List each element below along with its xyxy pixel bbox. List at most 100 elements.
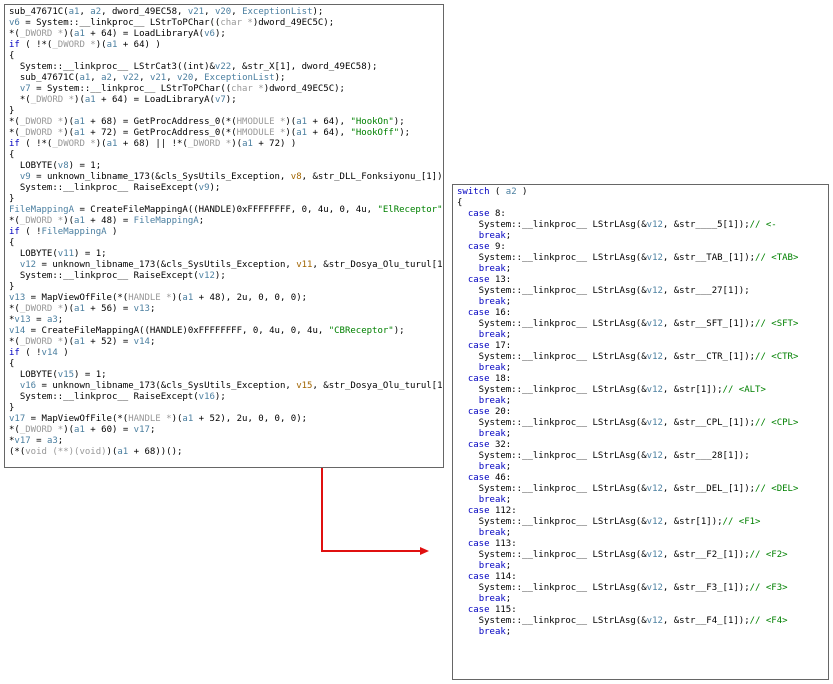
- code-token: (*(: [9, 447, 26, 457]
- code-line: break;: [457, 594, 824, 605]
- code-token: );: [209, 183, 221, 193]
- code-token: v12: [646, 484, 663, 494]
- code-line: break;: [457, 396, 824, 407]
- code-token: System::__linkproc__ LStrLAsg(&: [457, 286, 647, 296]
- code-token: a1: [68, 7, 80, 17]
- code-token: a1: [242, 139, 253, 149]
- code-token: _DWORD *: [187, 139, 232, 149]
- code-line: v7 = System::__linkproc__ LStrToPChar((c…: [9, 84, 439, 95]
- code-line: break;: [457, 297, 824, 308]
- code-token: )(: [63, 216, 75, 226]
- code-token: v12: [646, 517, 663, 527]
- code-token: v14: [9, 326, 26, 336]
- code-token: ) = 1;: [74, 249, 107, 259]
- code-token: v12: [646, 616, 663, 626]
- code-token: _DWORD *: [19, 337, 64, 347]
- code-token: void (**)(void): [25, 447, 107, 457]
- pseudocode-panel-right[interactable]: switch ( a2 ){ case 8: System::__linkpro…: [452, 184, 829, 680]
- code-token: ;: [505, 330, 512, 340]
- code-token: , &str__F2_[1]);: [662, 550, 750, 560]
- code-token: v12: [646, 220, 663, 230]
- code-token: ;: [505, 627, 512, 637]
- code-token: v12: [646, 385, 663, 395]
- code-token: , &str__TAB_[1]);: [662, 253, 756, 263]
- code-line: {: [457, 198, 824, 209]
- code-line: case 112:: [457, 506, 824, 517]
- code-token: if: [9, 348, 20, 358]
- code-token: System::__linkproc__ LStrLAsg(&: [457, 484, 647, 494]
- code-token: );: [393, 117, 405, 127]
- code-token: ,: [231, 7, 243, 17]
- code-token: + 72) ): [252, 139, 297, 149]
- code-token: = MapViewOfFile(*(: [25, 414, 129, 424]
- code-token: );: [225, 95, 237, 105]
- code-token: a1: [106, 139, 118, 149]
- code-token: , &str_Dosya_Olu_turul[1]);: [312, 260, 443, 270]
- code-token: char *: [231, 84, 264, 94]
- code-token: , &str_DLL_Fonksiyonu_[1]);: [301, 172, 444, 182]
- code-token: *(: [9, 304, 20, 314]
- code-token: v20: [177, 73, 194, 83]
- code-token: + 52), 2u, 0, 0, 0);: [193, 414, 308, 424]
- code-token: v17: [133, 425, 150, 435]
- code-token: ) = 1;: [68, 161, 102, 171]
- code-token: break: [478, 429, 506, 439]
- code-line: LOBYTE(v8) = 1;: [9, 161, 439, 172]
- code-token: "CBReceptor": [328, 326, 394, 336]
- code-token: break: [478, 495, 506, 505]
- code-token: 8:: [489, 209, 506, 219]
- code-line: case 32:: [457, 440, 824, 451]
- code-line: System::__linkproc__ LStrLAsg(&v12, &str…: [457, 517, 824, 528]
- code-token: ;: [149, 337, 156, 347]
- code-line: *(_DWORD *)(a1 + 56) = v13;: [9, 304, 439, 315]
- code-token: break: [478, 594, 506, 604]
- code-token: );: [399, 128, 411, 138]
- code-token: 13:: [489, 275, 512, 285]
- code-token: "HookOn": [350, 117, 394, 127]
- code-line: case 20:: [457, 407, 824, 418]
- code-token: *(: [9, 216, 20, 226]
- code-token: }: [9, 403, 15, 413]
- code-token: break: [478, 396, 506, 406]
- code-line: if ( !*(_DWORD *)(a1 + 68) || !*(_DWORD …: [9, 139, 439, 150]
- code-token: , dword_49EC58,: [101, 7, 188, 17]
- code-token: v12: [646, 583, 663, 593]
- code-line: System::__linkproc__ LStrLAsg(&v12, &str…: [457, 583, 824, 594]
- code-token: 20:: [489, 407, 512, 417]
- code-token: , &str_Dosya_Olu_turul[1]);: [312, 381, 443, 391]
- code-token: v12: [198, 271, 215, 281]
- code-token: );: [274, 73, 286, 83]
- code-token: ;: [505, 429, 512, 439]
- code-line: case 8:: [457, 209, 824, 220]
- flow-arrow-line: [321, 468, 420, 552]
- code-token: );: [443, 205, 444, 215]
- code-line: *(_DWORD *)(a1 + 64) = LoadLibraryA(v6);: [9, 29, 439, 40]
- code-token: v9: [19, 172, 31, 182]
- code-token: *(: [9, 29, 20, 39]
- code-token: v12: [19, 260, 37, 270]
- code-token: ,: [139, 73, 150, 83]
- code-token: v6: [9, 18, 20, 28]
- code-token: System::__linkproc__ LStrLAsg(&: [457, 220, 647, 230]
- code-line: }: [9, 403, 439, 414]
- code-token: a2: [90, 7, 102, 17]
- code-token: )(: [95, 40, 107, 50]
- code-token: a1: [84, 95, 96, 105]
- code-token: *(: [9, 337, 20, 347]
- code-line: *(_DWORD *)(a1 + 60) = v17;: [9, 425, 439, 436]
- code-line: case 17:: [457, 341, 824, 352]
- code-token: v9: [198, 183, 210, 193]
- code-token: )(: [171, 293, 183, 303]
- pseudocode-panel-left[interactable]: sub_47671C(a1, a2, dword_49EC58, v21, v2…: [4, 4, 444, 468]
- code-line: {: [9, 238, 439, 249]
- code-token: a1: [74, 304, 85, 314]
- code-token: + 60) =: [84, 425, 134, 435]
- code-token: case: [467, 407, 490, 417]
